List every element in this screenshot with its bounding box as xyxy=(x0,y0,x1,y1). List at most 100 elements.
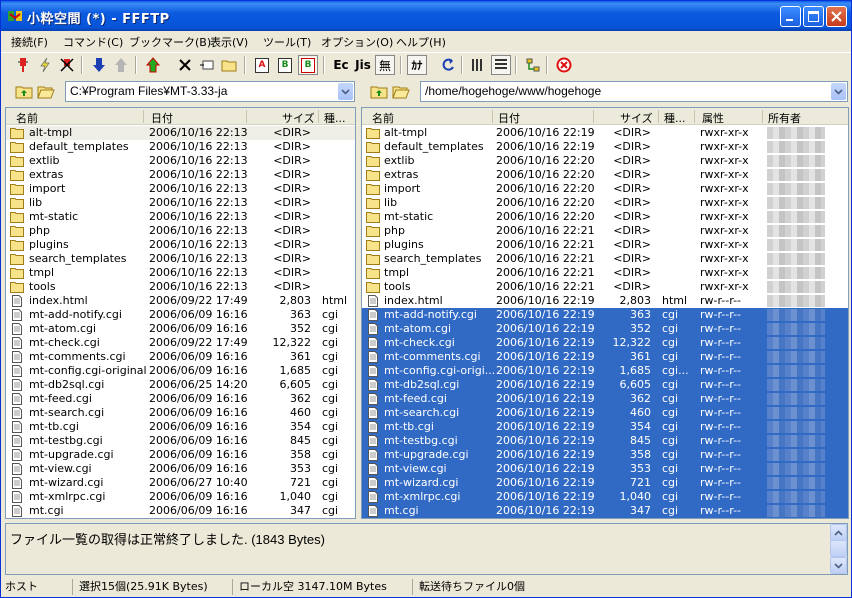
scroll-thumb[interactable] xyxy=(830,540,847,557)
binary-mode-button[interactable]: B xyxy=(275,55,295,75)
local-open-folder-icon[interactable] xyxy=(37,83,55,100)
folder-row[interactable]: search_templates 2006/10/16 22:13 <DIR> xyxy=(6,252,355,266)
file-row[interactable]: mt-db2sql.cgi 2006/06/25 14:20 6,605 cgi xyxy=(6,378,355,392)
remote-path-dropdown-button[interactable] xyxy=(831,83,846,100)
file-row[interactable]: mt-search.cgi 2006/10/16 22:19 460 cgi rw-r-… xyxy=(362,406,848,420)
upload-button[interactable] xyxy=(111,55,131,75)
folder-row[interactable]: extlib 2006/10/16 22:20 <DIR> rwxr-xr-x xyxy=(362,154,848,168)
local-col-date[interactable]: 日付 xyxy=(151,110,173,126)
local-file-list[interactable]: 名前 日付 サイズ 種... alt-tmpl 2006/10/16 22:13 <… xyxy=(5,107,356,519)
local-path-dropdown-button[interactable] xyxy=(338,83,353,100)
menu-command[interactable]: コマンド(C) xyxy=(63,34,123,50)
file-row[interactable]: mt-wizard.cgi 2006/06/27 10:40 721 cgi xyxy=(6,476,355,490)
file-row[interactable]: mt-check.cgi 2006/09/22 17:49 12,322 cgi xyxy=(6,336,355,350)
file-row[interactable]: mt-tb.cgi 2006/10/16 22:19 354 cgi rw-r--r-- xyxy=(362,420,848,434)
folder-row[interactable]: import 2006/10/16 22:13 <DIR> xyxy=(6,182,355,196)
menu-connect[interactable]: 接続(F) xyxy=(11,34,48,50)
remote-col-owner[interactable]: 所有者 xyxy=(768,110,801,126)
download-button[interactable] xyxy=(89,55,109,75)
remote-open-folder-icon[interactable] xyxy=(392,83,410,100)
file-row[interactable]: mt-view.cgi 2006/10/16 22:19 353 cgi rw-r--r… xyxy=(362,462,848,476)
file-row[interactable]: mt-tb.cgi 2006/06/09 16:16 354 cgi xyxy=(6,420,355,434)
detail-view-button[interactable] xyxy=(491,55,511,75)
folder-row[interactable]: mt-static 2006/10/16 22:13 <DIR> xyxy=(6,210,355,224)
menu-options[interactable]: オプション(O) xyxy=(321,34,393,50)
close-button[interactable] xyxy=(826,6,847,27)
delete-button[interactable] xyxy=(175,55,195,75)
column-divider[interactable] xyxy=(246,110,247,123)
file-row[interactable]: mt-atom.cgi 2006/10/16 22:19 352 cgi rw-r--r… xyxy=(362,322,848,336)
file-row[interactable]: mt-upgrade.cgi 2006/06/09 16:16 358 cgi xyxy=(6,448,355,462)
exec-button[interactable]: Ec xyxy=(331,55,351,75)
folder-row[interactable]: alt-tmpl 2006/10/16 22:19 <DIR> rwxr-xr-x xyxy=(362,126,848,140)
folder-row[interactable]: import 2006/10/16 22:20 <DIR> rwxr-xr-x xyxy=(362,182,848,196)
file-row[interactable]: mt-comments.cgi 2006/06/09 16:16 361 cgi xyxy=(6,350,355,364)
folder-row[interactable]: plugins 2006/10/16 22:13 <DIR> xyxy=(6,238,355,252)
folder-row[interactable]: tmpl 2006/10/16 22:13 <DIR> xyxy=(6,266,355,280)
remote-file-list[interactable]: 名前 日付 サイズ 種... 属性 所有者 alt-tmpl 2006/10/16… xyxy=(361,107,849,519)
file-row[interactable]: mt.cgi 2006/06/09 16:16 347 cgi xyxy=(6,504,355,518)
folder-row[interactable]: lib 2006/10/16 22:20 <DIR> rwxr-xr-x xyxy=(362,196,848,210)
folder-row[interactable]: php 2006/10/16 22:13 <DIR> xyxy=(6,224,355,238)
file-row[interactable]: mt-check.cgi 2006/10/16 22:19 12,322 cgi rw-… xyxy=(362,336,848,350)
folder-row[interactable]: default_templates 2006/10/16 22:19 <DIR> rw… xyxy=(362,140,848,154)
file-row[interactable]: mt-add-notify.cgi 2006/10/16 22:19 363 cgi r… xyxy=(362,308,848,322)
folder-row[interactable]: default_templates 2006/10/16 22:13 <DIR> xyxy=(6,140,355,154)
local-col-size[interactable]: サイズ xyxy=(282,110,315,126)
column-divider[interactable] xyxy=(318,110,319,123)
refresh-button[interactable] xyxy=(438,55,458,75)
file-row[interactable]: index.html 2006/09/22 17:49 2,803 html xyxy=(6,294,355,308)
scroll-down-button[interactable] xyxy=(830,557,847,574)
log-panel[interactable]: ファイル一覧の取得は正常終了しました. (1843 Bytes) xyxy=(5,523,848,575)
title-bar[interactable]: 小粋空間 (*) - FFFTP xyxy=(1,1,851,31)
menu-tools[interactable]: ツール(T) xyxy=(263,34,311,50)
file-row[interactable]: mt-config.cgi-origi... 2006/10/16 22:19 1,… xyxy=(362,364,848,378)
folder-row[interactable]: search_templates 2006/10/16 22:21 <DIR> rwx… xyxy=(362,252,848,266)
disconnect-button[interactable] xyxy=(57,55,77,75)
folder-row[interactable]: plugins 2006/10/16 22:21 <DIR> rwxr-xr-x xyxy=(362,238,848,252)
local-col-type[interactable]: 種... xyxy=(324,110,346,126)
menu-bookmark[interactable]: ブックマーク(B) xyxy=(129,34,211,50)
file-row[interactable]: mt-upgrade.cgi 2006/10/16 22:19 358 cgi rw-r… xyxy=(362,448,848,462)
folder-row[interactable]: alt-tmpl 2006/10/16 22:13 <DIR> xyxy=(6,126,355,140)
rename-button[interactable] xyxy=(197,55,217,75)
log-scrollbar[interactable] xyxy=(830,524,847,574)
file-row[interactable]: mt-feed.cgi 2006/10/16 22:19 362 cgi rw-r--r… xyxy=(362,392,848,406)
folder-row[interactable]: extlib 2006/10/16 22:13 <DIR> xyxy=(6,154,355,168)
remote-col-type[interactable]: 種... xyxy=(664,110,686,126)
file-row[interactable]: mt-view.cgi 2006/06/09 16:16 353 cgi xyxy=(6,462,355,476)
ffftp-app-icon[interactable] xyxy=(7,8,23,24)
file-row[interactable]: mt-config.cgi-original 2006/06/09 16:16 1,… xyxy=(6,364,355,378)
column-divider[interactable] xyxy=(658,110,659,123)
file-row[interactable]: mt-db2sql.cgi 2006/10/16 22:19 6,605 cgi rw-… xyxy=(362,378,848,392)
stop-button[interactable] xyxy=(554,55,574,75)
file-row[interactable]: mt-xmlrpc.cgi 2006/10/16 22:19 1,040 cgi rw-… xyxy=(362,490,848,504)
folder-row[interactable]: extras 2006/10/16 22:13 <DIR> xyxy=(6,168,355,182)
remote-col-size[interactable]: サイズ xyxy=(620,110,653,126)
folder-row[interactable]: tools 2006/10/16 22:21 <DIR> rwxr-xr-x xyxy=(362,280,848,294)
menu-view[interactable]: 表示(V) xyxy=(210,34,248,50)
folder-row[interactable]: tools 2006/10/16 22:13 <DIR> xyxy=(6,280,355,294)
local-parent-dir-icon[interactable] xyxy=(15,83,33,100)
file-row[interactable]: mt-testbg.cgi 2006/06/09 16:16 845 cgi xyxy=(6,434,355,448)
folder-row[interactable]: mt-static 2006/10/16 22:20 <DIR> rwxr-xr-x xyxy=(362,210,848,224)
column-divider[interactable] xyxy=(143,110,144,123)
pane-splitter[interactable] xyxy=(356,80,360,520)
jis-button[interactable]: Jis xyxy=(353,55,373,75)
file-row[interactable]: mt-xmlrpc.cgi 2006/06/09 16:16 1,040 cgi xyxy=(6,490,355,504)
file-row[interactable]: mt-comments.cgi 2006/10/16 22:19 361 cgi rw-… xyxy=(362,350,848,364)
remote-parent-dir-icon[interactable] xyxy=(370,83,388,100)
folder-row[interactable]: lib 2006/10/16 22:13 <DIR> xyxy=(6,196,355,210)
folder-row[interactable]: php 2006/10/16 22:21 <DIR> rwxr-xr-x xyxy=(362,224,848,238)
local-col-name[interactable]: 名前 xyxy=(16,110,38,126)
file-row[interactable]: mt-search.cgi 2006/06/09 16:16 460 cgi xyxy=(6,406,355,420)
remote-path-input[interactable]: /home/hogehoge/www/hogehoge xyxy=(420,81,848,102)
ascii-mode-button[interactable]: A xyxy=(252,55,272,75)
file-row[interactable]: mt-feed.cgi 2006/06/09 16:16 362 cgi xyxy=(6,392,355,406)
column-divider[interactable] xyxy=(694,110,695,123)
file-row[interactable]: mt-atom.cgi 2006/06/09 16:16 352 cgi xyxy=(6,322,355,336)
file-row[interactable]: mt-add-notify.cgi 2006/06/09 16:16 363 cgi xyxy=(6,308,355,322)
folder-row[interactable]: extras 2006/10/16 22:20 <DIR> rwxr-xr-x xyxy=(362,168,848,182)
list-view-button[interactable] xyxy=(468,55,488,75)
remote-col-name[interactable]: 名前 xyxy=(372,110,394,126)
